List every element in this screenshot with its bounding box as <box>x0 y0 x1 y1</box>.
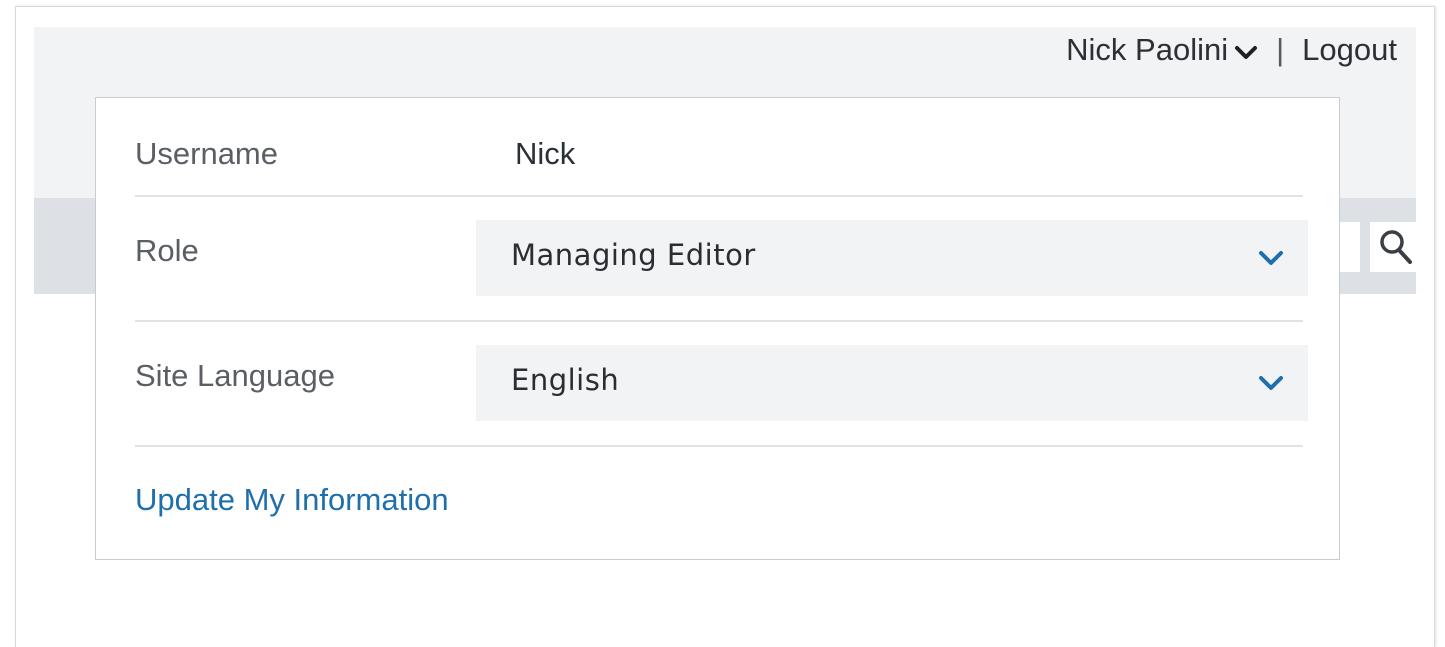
site-language-selected-value: English <box>511 363 620 397</box>
chevron-down-icon <box>1259 251 1283 265</box>
search-button[interactable] <box>1370 222 1416 272</box>
user-profile-panel: Username Nick Role Managing Editor Site … <box>95 97 1340 560</box>
role-select[interactable]: Managing Editor <box>476 220 1308 296</box>
update-my-information-link[interactable]: Update My Information <box>135 482 449 518</box>
role-selected-value: Managing Editor <box>511 238 756 272</box>
username-label: Username <box>135 136 278 171</box>
search-input[interactable] <box>1340 222 1360 272</box>
username-value: Nick <box>515 136 576 171</box>
role-label: Role <box>135 233 199 268</box>
search-icon <box>1380 230 1412 264</box>
chevron-down-icon <box>1234 44 1258 62</box>
site-language-select[interactable]: English <box>476 345 1308 421</box>
role-row: Role Managing Editor <box>135 195 1308 322</box>
site-language-row: Site Language English <box>135 320 1308 447</box>
chevron-down-icon <box>1259 376 1283 390</box>
user-menu-toggle[interactable]: Nick Paolini <box>1066 32 1258 68</box>
user-name: Nick Paolini <box>1066 32 1229 67</box>
user-menu: Nick Paolini | Logout <box>1066 30 1397 70</box>
header-separator: | <box>1276 32 1285 67</box>
username-row: Username Nick <box>135 98 1303 197</box>
logout-link[interactable]: Logout <box>1302 32 1397 68</box>
site-language-label: Site Language <box>135 358 335 393</box>
